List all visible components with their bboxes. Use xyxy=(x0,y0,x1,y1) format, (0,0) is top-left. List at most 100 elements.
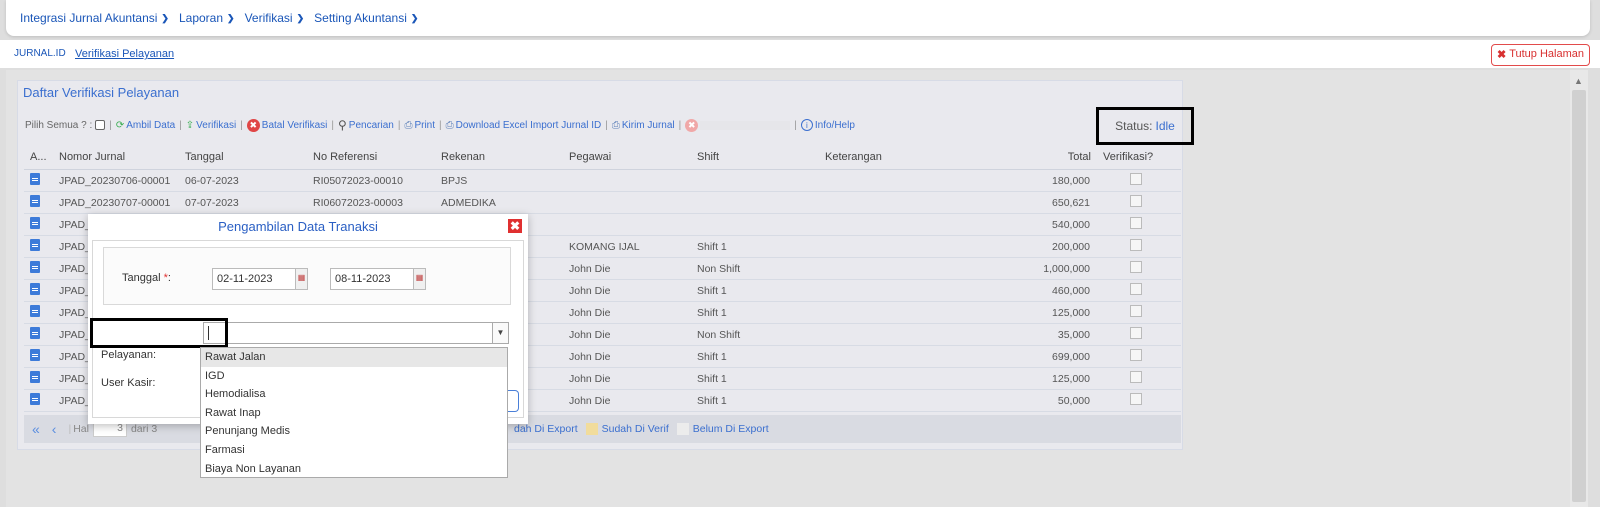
col-header-tanggal[interactable]: Tanggal xyxy=(179,151,307,163)
pager-separator: | xyxy=(68,423,72,435)
col-header-keterangan[interactable]: Keterangan xyxy=(819,151,947,163)
cell-nomor: JPAD_20230706-00001 xyxy=(59,174,171,187)
row-verify-cell xyxy=(1097,305,1177,320)
col-header-verifikasi[interactable]: Verifikasi? xyxy=(1097,151,1177,163)
cell-pegawai: John Die xyxy=(569,284,611,297)
cell-total: 200,000 xyxy=(1052,240,1090,253)
document-icon[interactable] xyxy=(30,327,40,339)
cell-tanggal: 06-07-2023 xyxy=(185,174,239,187)
verify-checkbox[interactable] xyxy=(1130,327,1142,339)
first-page-icon[interactable]: « xyxy=(32,421,40,437)
cell-nomor: JPAD_20230707-00001 xyxy=(59,196,171,209)
print-button[interactable]: ⎙ Print xyxy=(404,120,435,131)
option-item[interactable]: Penunjang Medis xyxy=(201,422,507,441)
nav-integrasi-jurnal[interactable]: Integrasi Jurnal Akuntansi ❯ xyxy=(20,11,169,25)
option-item[interactable]: IGD xyxy=(201,367,507,386)
table-row[interactable]: JPAD_20230707-00001 07-07-2023 RI06072023-… xyxy=(24,192,1181,214)
cell-total: 125,000 xyxy=(1052,372,1090,385)
col-header-total[interactable]: Total xyxy=(947,151,1097,163)
nav-verifikasi[interactable]: Verifikasi ❯ xyxy=(245,11,305,25)
document-icon[interactable] xyxy=(30,261,40,273)
document-icon[interactable] xyxy=(30,173,40,185)
verify-checkbox[interactable] xyxy=(1130,239,1142,251)
col-header-pegawai[interactable]: Pegawai xyxy=(563,151,691,163)
pencarian-button[interactable]: ⚲ Pencarian xyxy=(338,118,394,132)
verifikasi-button[interactable]: ⇪ Verifikasi xyxy=(186,120,236,131)
pelayanan-combobox[interactable]: ▼ xyxy=(203,322,509,344)
document-icon[interactable] xyxy=(30,371,40,383)
document-icon[interactable] xyxy=(30,305,40,317)
close-icon: ✖ xyxy=(1496,49,1507,61)
cell-total: 540,000 xyxy=(1052,218,1090,231)
dialog-close-button[interactable]: ✖ xyxy=(508,219,522,233)
verify-checkbox[interactable] xyxy=(1130,217,1142,229)
verify-checkbox[interactable] xyxy=(1130,283,1142,295)
option-item[interactable]: Farmasi xyxy=(201,441,507,460)
row-verify-cell xyxy=(1097,239,1177,254)
cell-shift: Shift 1 xyxy=(697,284,727,297)
document-icon[interactable] xyxy=(30,393,40,405)
row-verify-cell xyxy=(1097,283,1177,298)
calendar-icon[interactable]: ▦ xyxy=(295,269,307,289)
calendar-icon[interactable]: ▦ xyxy=(413,269,425,289)
verify-checkbox[interactable] xyxy=(1130,349,1142,361)
chevron-down-icon[interactable]: ▼ xyxy=(492,323,508,343)
prev-page-icon[interactable]: ‹ xyxy=(52,421,57,437)
row-doc-cell xyxy=(24,239,53,254)
table-row[interactable]: JPAD_20230706-00001 06-07-2023 RI05072023-… xyxy=(24,170,1181,192)
option-item[interactable]: Rawat Jalan xyxy=(201,348,507,367)
row-doc-cell xyxy=(24,195,53,210)
batal-verifikasi-button[interactable]: ✖ Batal Verifikasi xyxy=(246,118,327,132)
scrollbar[interactable]: ▲ xyxy=(1570,70,1588,507)
cell-total: 699,000 xyxy=(1052,350,1090,363)
col-header-a[interactable]: A... xyxy=(24,151,53,163)
verify-checkbox[interactable] xyxy=(1130,305,1142,317)
verify-checkbox[interactable] xyxy=(1130,195,1142,207)
select-all[interactable]: Pilih Semua ? : xyxy=(25,120,106,131)
option-item[interactable]: Hemodialisa xyxy=(201,385,507,404)
row-doc-cell xyxy=(24,283,53,298)
info-help-button[interactable]: i Info/Help xyxy=(800,119,855,131)
download-excel-button[interactable]: ⎙ Download Excel Import Jurnal ID xyxy=(446,120,602,131)
disabled-cancel-button[interactable]: ✖ xyxy=(685,118,791,132)
col-header-no-referensi[interactable]: No Referensi xyxy=(307,151,435,163)
breadcrumb-root[interactable]: JURNAL.ID xyxy=(14,48,66,59)
printer-icon: ⎙ xyxy=(404,119,413,131)
col-header-shift[interactable]: Shift xyxy=(691,151,819,163)
document-icon[interactable] xyxy=(30,239,40,251)
verify-checkbox[interactable] xyxy=(1130,173,1142,185)
verify-checkbox[interactable] xyxy=(1130,393,1142,405)
dialog-title: Pengambilan Data Tranaksi xyxy=(218,219,378,234)
date-to-field[interactable]: 08-11-2023 ▦ xyxy=(330,268,426,290)
toolbar: Pilih Semua ? : | ⟳ Ambil Data | ⇪ Verifik… xyxy=(25,114,1070,136)
col-header-nomor-jurnal[interactable]: Nomor Jurnal xyxy=(53,151,179,163)
select-all-checkbox[interactable] xyxy=(95,120,106,130)
scroll-thumb[interactable] xyxy=(1572,90,1586,502)
kirim-jurnal-button[interactable]: ⎙ Kirim Jurnal xyxy=(612,120,675,131)
verify-checkbox[interactable] xyxy=(1130,371,1142,383)
ambil-data-button[interactable]: ⟳ Ambil Data xyxy=(116,120,175,131)
document-icon[interactable] xyxy=(30,217,40,229)
chevron-down-icon: ❯ xyxy=(161,12,169,23)
row-verify-cell xyxy=(1097,217,1177,232)
cell-shift: Shift 1 xyxy=(697,350,727,363)
close-page-button[interactable]: ✖ Tutup Halaman xyxy=(1490,44,1590,66)
verify-checkbox[interactable] xyxy=(1130,261,1142,273)
breadcrumb-current[interactable]: Verifikasi Pelayanan xyxy=(75,48,174,60)
chevron-down-icon: ❯ xyxy=(410,12,419,23)
document-icon[interactable] xyxy=(30,349,40,361)
col-header-rekenan[interactable]: Rekenan xyxy=(435,151,563,163)
legend-swatch-verified xyxy=(585,423,598,435)
row-verify-cell xyxy=(1097,195,1177,210)
cell-pegawai: John Die xyxy=(569,372,611,385)
status-legend: dah Di Export Sudah Di Verif Belum Di Ex… xyxy=(514,423,769,435)
date-from-field[interactable]: 02-11-2023 ▦ xyxy=(212,268,308,290)
option-item[interactable]: Rawat Inap xyxy=(201,404,507,423)
scroll-up-icon[interactable]: ▲ xyxy=(1574,76,1583,86)
document-icon[interactable] xyxy=(30,195,40,207)
nav-setting-akuntansi[interactable]: Setting Akuntansi ❯ xyxy=(314,11,418,25)
nav-laporan[interactable]: Laporan ❯ xyxy=(179,11,235,25)
option-item[interactable]: Biaya Non Layanan xyxy=(201,460,507,479)
document-icon[interactable] xyxy=(30,283,40,295)
user-kasir-label: User Kasir: xyxy=(101,377,156,389)
